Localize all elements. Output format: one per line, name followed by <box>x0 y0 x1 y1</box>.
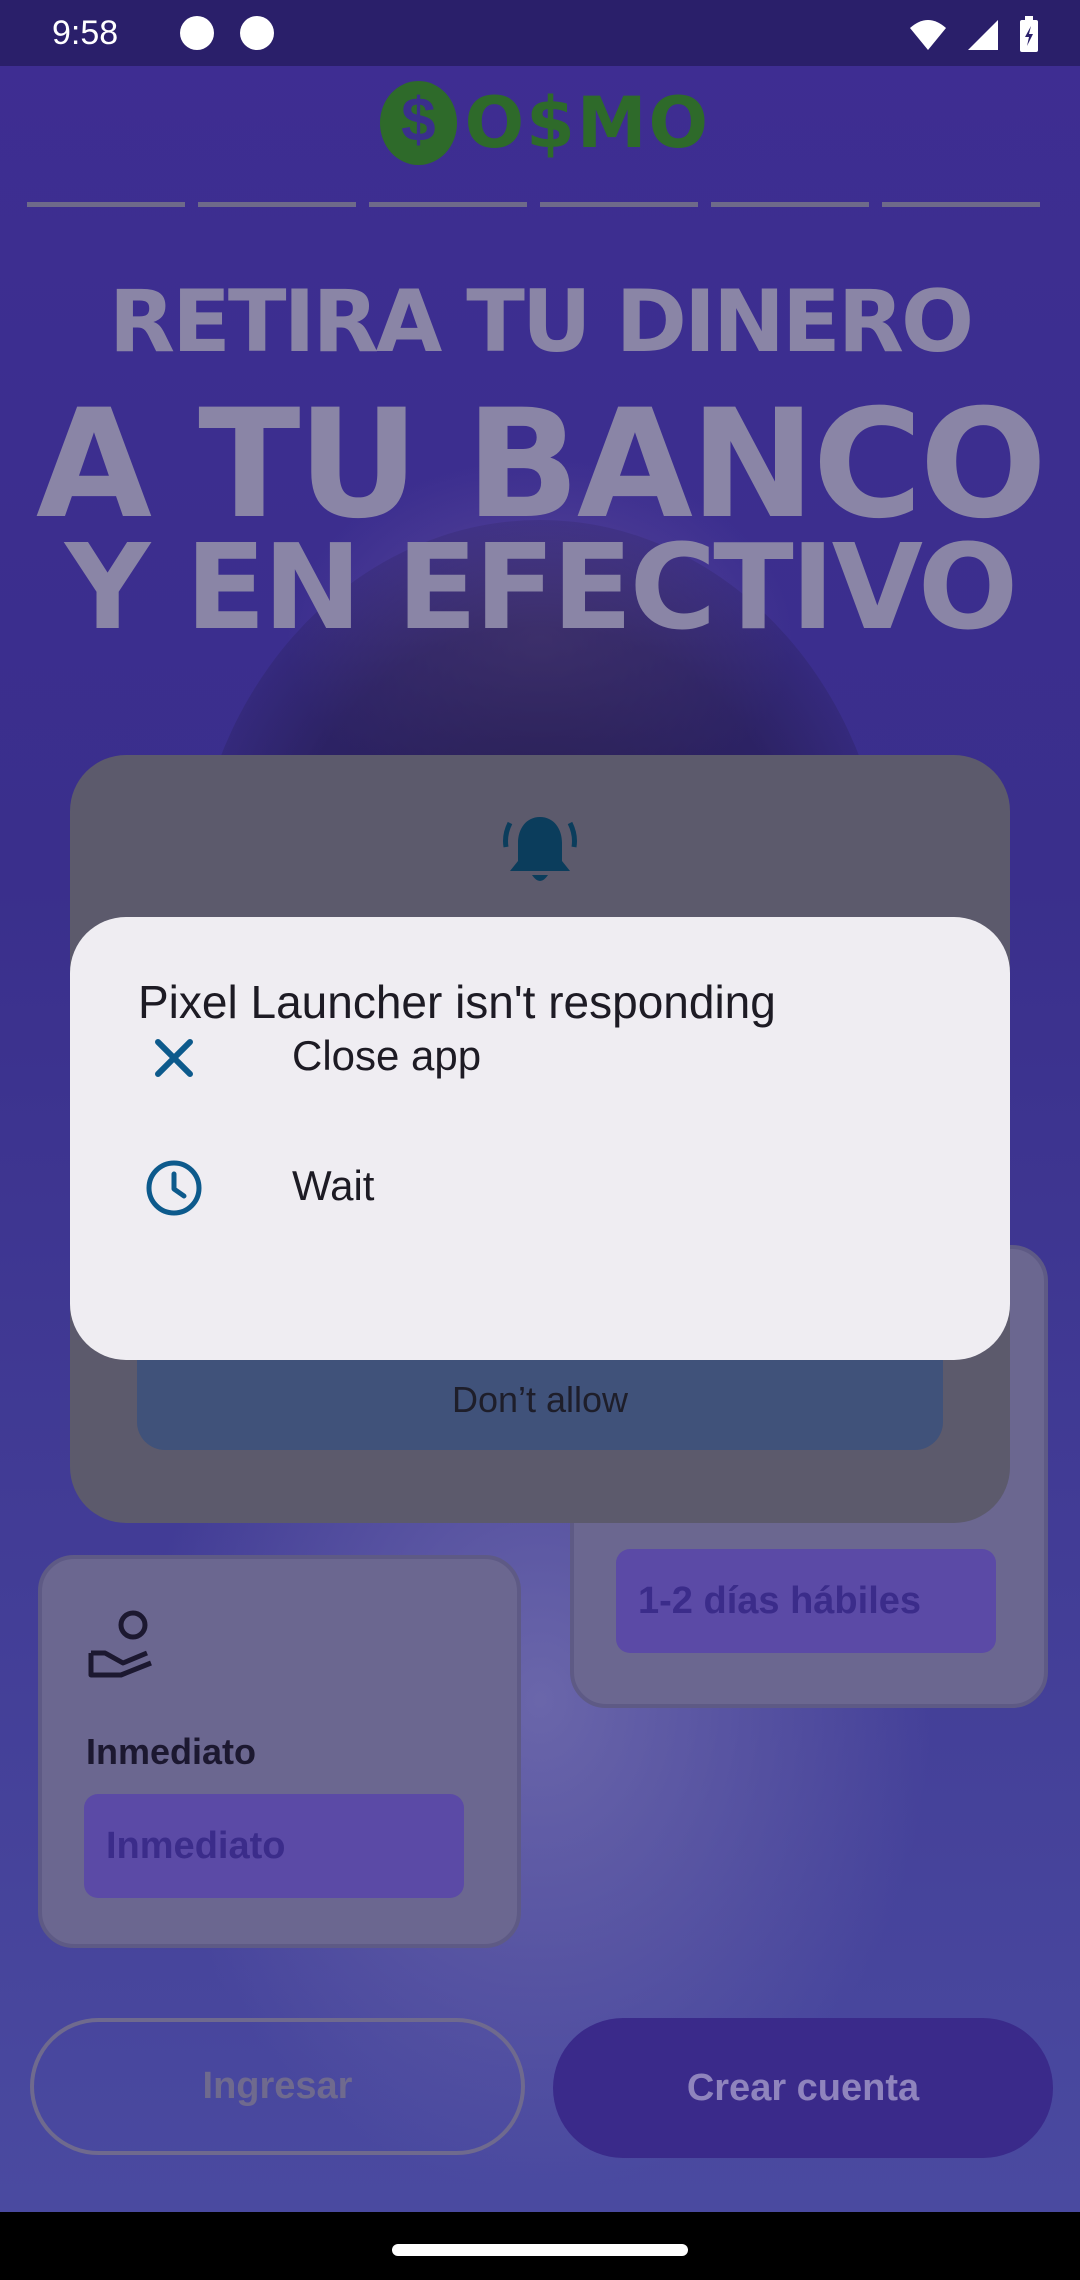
cash-time-chip: Inmediato <box>84 1794 464 1898</box>
dont-allow-button[interactable]: Don’t allow <box>137 1350 943 1450</box>
login-button[interactable]: Ingresar <box>30 2018 525 2155</box>
app-not-responding-dialog: Pixel Launcher isn't responding Close ap… <box>70 917 1010 1360</box>
home-gesture-handle[interactable] <box>392 2244 688 2256</box>
close-app-label: Close app <box>292 1032 482 1079</box>
close-app-option[interactable]: Close app <box>70 994 1010 1124</box>
sync-app-icon <box>180 16 214 50</box>
clock-icon <box>146 1160 202 1216</box>
onboarding-progress <box>27 202 1040 207</box>
app-screen: 9:58 O$MO RETIRA TU DINERO A TU BANCO Y … <box>0 0 1080 2212</box>
battery-icon <box>1020 16 1038 52</box>
cash-card[interactable]: Inmediato Inmediato <box>38 1555 521 1948</box>
bell-icon <box>503 817 577 881</box>
progress-segment <box>27 202 185 207</box>
coin-icon <box>380 81 457 165</box>
brand-logo: O$MO <box>380 78 710 168</box>
status-icons <box>908 16 1040 54</box>
cat-app-icon <box>240 16 274 50</box>
progress-segment <box>882 202 1040 207</box>
progress-segment <box>369 202 527 207</box>
wait-label: Wait <box>292 1162 375 1209</box>
progress-segment <box>711 202 869 207</box>
progress-segment <box>198 202 356 207</box>
wait-option[interactable]: Wait <box>70 1124 1010 1254</box>
progress-segment <box>540 202 698 207</box>
hero-line-1: RETIRA TU DINERO <box>108 272 974 372</box>
close-icon <box>155 1039 193 1077</box>
cash-card-title: Inmediato <box>86 1731 257 1772</box>
status-time: 9:58 <box>52 14 119 52</box>
wifi-icon <box>910 20 946 50</box>
brand-name: O$MO <box>464 82 710 164</box>
signup-button[interactable]: Crear cuenta <box>553 2018 1053 2158</box>
bank-time-chip: 1-2 días hábiles <box>616 1549 996 1653</box>
navigation-bar <box>0 2212 1080 2280</box>
hand-coins-icon <box>88 1610 152 1678</box>
status-bar: 9:58 <box>0 0 1080 66</box>
hero-line-3: Y EN EFECTIVO <box>64 518 1018 656</box>
signal-icon <box>968 20 998 50</box>
